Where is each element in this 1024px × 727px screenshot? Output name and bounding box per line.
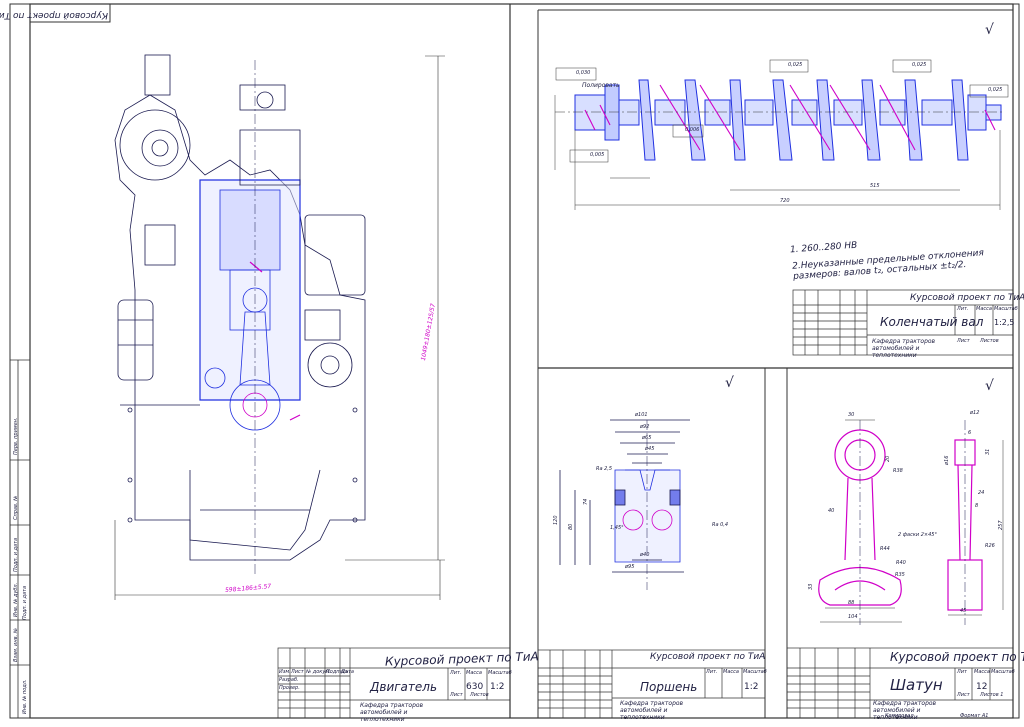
conrod-roughness: √ [985,378,994,394]
crank-tol-5: 0,006 [685,127,700,133]
crank-tol-4: 0,025 [988,87,1003,93]
conrod-r38: R38 [893,468,903,474]
crank-tol-6: 0,005 [590,152,605,158]
conrod-d33: 33 [808,583,814,590]
crank-dim-mid: 515 [870,183,880,189]
conrod-mass: 12 [976,682,988,692]
crank-dept: Кафедра тракторов автомобилей и теплотех… [872,338,936,359]
strip-label-0: Перв. примен. [13,417,19,455]
engine-sheets: Листов [470,692,489,698]
conrod-r26: R26 [985,543,995,549]
piston-ra25: Ra 2,5 [596,466,613,472]
engine-col-mass: Масса [466,670,482,676]
piston-d95: ø95 [625,564,635,570]
conrod-d16: ø16 [944,455,950,465]
strip-label-5: Подп. и дата [22,585,28,620]
conrod-drawing [818,420,983,625]
piston-chamfer: 1,45° [610,525,624,531]
engine-dept: Кафедра тракторов автомобилей и теплотех… [360,702,424,723]
engine-sheet: Лист [450,692,463,698]
conrod-d88: 88 [848,600,855,606]
conrod-d24: 24 [978,490,985,496]
crank-dim-total: 720 [780,198,790,204]
engine-col-scale: Масштаб [488,670,512,676]
crank-name: Коленчатый вал [880,315,984,329]
piston-dept: Кафедра тракторов автомобилей и теплотех… [620,700,684,721]
conrod-course: Курсовой проект по ТиА [890,650,1024,664]
engine-row-chk: Провер. [279,685,300,691]
piston-col-lit: Лит. [706,669,718,675]
crank-tol-2: 0,025 [788,62,803,68]
piston-d45: ø45 [645,446,655,452]
conrod-d104: 104 [848,614,858,620]
top-stamp: Курсовой проект по ТиА [0,10,108,20]
conrod-r35: R35 [895,572,905,578]
crank-col-mass: Масса [976,306,992,312]
crankshaft-drawing [574,79,1002,161]
conrod-format: Формат А1 [960,713,989,719]
conrod-name: Шатун [890,676,943,694]
crank-tol-3: 0,025 [912,62,927,68]
engine-row-izm: Изм. [279,669,291,675]
piston-d40: ø40 [640,552,650,558]
crank-sheet: Лист [957,338,970,344]
strip-label-3: Инв. № дубл. [13,582,19,617]
piston-roughness: √ [725,375,734,391]
conrod-d6: 6 [968,430,972,436]
conrod-d20: 20 [885,455,891,462]
conrod-sheets: Листов 1 [980,692,1004,698]
piston-col-mass: Масса [723,669,739,675]
piston-h80: 80 [568,523,574,530]
conrod-d40: 40 [828,508,835,514]
drawing-sheet: Курсовой проект по ТиА Перв. примен. Спр… [0,0,1024,723]
engine-row-list: Лист [291,669,304,675]
conrod-d45: 45 [960,608,967,614]
crank-tol-1: 0,030 [576,70,591,76]
conrod-sheet: Лист [957,692,970,698]
strip-label-1: Справ. № [13,495,19,520]
piston-h74: 74 [583,498,589,505]
strip-label-4: Взам. инв. № [13,628,19,662]
conrod-col-lit: Лит [957,669,967,675]
conrod-d31: 31 [985,448,991,455]
crank-col-lit: Лит. [957,306,969,312]
engine-col-lit: Лит. [450,670,462,676]
drawing-svg [9,3,1020,719]
piston-course: Курсовой проект по ТиА [650,652,766,662]
crank-course: Курсовой проект по ТиА [910,293,1024,303]
strip-label-6: Инв. № подл. [22,679,28,715]
engine-name: Двигатель [370,680,438,694]
conrod-d12: ø12 [970,410,980,416]
crank-roughness: √ [985,22,994,38]
piston-scale: 1:2 [744,682,759,692]
crank-scale: 1:2,5 [994,318,1015,327]
piston-name: Поршень [640,680,698,694]
conrod-col-scale: Масштаб [991,669,1015,675]
piston-d101: ø101 [635,412,648,418]
conrod-chamfer: 2 фаски 2×45° [898,532,937,538]
crank-sheets: Листов [980,338,999,344]
piston-ra04: Ra 0,4 [712,522,729,528]
strip-label-2: Подп. и дата [13,537,19,572]
crank-polish: Полировать [582,82,620,89]
conrod-r44: R44 [880,546,890,552]
piston-h120: 120 [553,515,559,525]
conrod-col-mass: Масса [974,669,990,675]
piston-d65: ø65 [642,435,652,441]
conrod-d30: 30 [848,412,855,418]
engine-scale: 1:2 [490,682,505,692]
conrod-d8: 8 [975,503,979,509]
conrod-r40: R40 [896,560,906,566]
engine-row-date: Дата [341,669,354,675]
engine-drawing [114,54,366,575]
conrod-d257: 257 [998,520,1004,530]
piston-col-scale: Масштаб [743,669,767,675]
crank-col-scale: Масштаб [994,306,1018,312]
engine-row-dev: Разраб. [279,677,299,683]
engine-mass: 630 [466,682,484,692]
conrod-copied: Копировал [885,713,914,719]
piston-d92: ø92 [640,424,650,430]
